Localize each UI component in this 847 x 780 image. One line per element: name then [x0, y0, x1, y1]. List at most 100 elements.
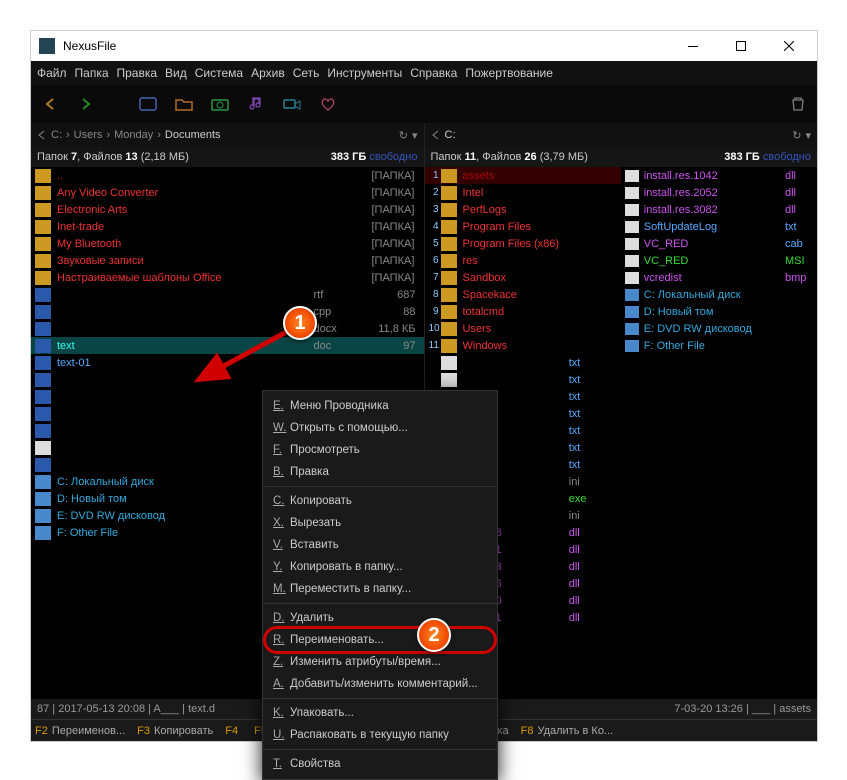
file-row[interactable]: 6res: [425, 252, 621, 269]
file-row[interactable]: 8Spacekace: [425, 286, 621, 303]
context-item[interactable]: R.Переименовать...: [263, 629, 497, 651]
context-item[interactable]: C.Копировать: [263, 490, 497, 512]
drive-icon: [625, 323, 639, 335]
crumb[interactable]: C:: [445, 129, 456, 141]
drive-icon: [625, 340, 639, 352]
file-row[interactable]: VC_REDMSI: [621, 252, 817, 269]
menu-item[interactable]: Инструменты: [327, 66, 402, 80]
dropdown-icon[interactable]: ▾: [412, 129, 418, 142]
context-item[interactable]: F.Просмотреть: [263, 439, 497, 461]
file-row[interactable]: 4Program Files: [425, 218, 621, 235]
folder-icon: [441, 203, 457, 217]
right-breadcrumb[interactable]: C: ↻ ▾: [425, 123, 818, 147]
menu-item[interactable]: Справка: [410, 66, 457, 80]
crumb[interactable]: Users: [74, 129, 103, 141]
file-row[interactable]: Звуковые записи[ПАПКА]: [31, 252, 424, 269]
folder-icon: [35, 203, 51, 217]
context-item[interactable]: X.Вырезать: [263, 512, 497, 534]
folder-icon: [441, 169, 457, 183]
file-row[interactable]: rtf687: [31, 286, 424, 303]
tool-video-icon[interactable]: [281, 93, 303, 115]
file-row[interactable]: 3PerfLogs: [425, 201, 621, 218]
context-item[interactable]: D.Удалить: [263, 607, 497, 629]
menu-item[interactable]: Правка: [117, 66, 158, 80]
doc-icon: [35, 356, 51, 370]
context-item[interactable]: B.Правка: [263, 461, 497, 483]
file-row[interactable]: 5Program Files (x86): [425, 235, 621, 252]
fkey[interactable]: F2: [35, 725, 48, 737]
file-row[interactable]: SoftUpdateLogtxt: [621, 218, 817, 235]
menu-item[interactable]: Сеть: [293, 66, 320, 80]
refresh-icon[interactable]: ↻: [399, 129, 408, 142]
context-item[interactable]: Z.Изменить атрибуты/время...: [263, 651, 497, 673]
maximize-button[interactable]: [721, 32, 761, 60]
txt-icon: [625, 204, 639, 216]
menu-item[interactable]: Файл: [37, 66, 67, 80]
minimize-button[interactable]: [673, 32, 713, 60]
tool-camera-icon[interactable]: [209, 93, 231, 115]
file-row[interactable]: Electronic Arts[ПАПКА]: [31, 201, 424, 218]
context-item[interactable]: K.Упаковать...: [263, 702, 497, 724]
context-item[interactable]: U.Распаковать в текущую папку: [263, 724, 497, 746]
file-row[interactable]: VC_REDcab: [621, 235, 817, 252]
file-row[interactable]: 33txt: [425, 371, 621, 388]
file-row[interactable]: 9totalcmd: [425, 303, 621, 320]
file-row[interactable]: ..[ПАПКА]: [31, 167, 424, 184]
file-row[interactable]: 11Windows: [425, 337, 621, 354]
file-row[interactable]: F: Other File: [621, 337, 817, 354]
file-row[interactable]: E: DVD RW дисковод: [621, 320, 817, 337]
nav-back-icon[interactable]: [39, 93, 61, 115]
txt-icon: [625, 221, 639, 233]
file-row[interactable]: vcredistbmp: [621, 269, 817, 286]
file-row[interactable]: install.res.1042dll: [621, 167, 817, 184]
menu-item[interactable]: Вид: [165, 66, 187, 80]
file-row[interactable]: 7Sandbox: [425, 269, 621, 286]
fkey[interactable]: F4: [225, 725, 238, 737]
menu-item[interactable]: Папка: [75, 66, 109, 80]
context-item[interactable]: W.Открыть с помощью...: [263, 417, 497, 439]
close-button[interactable]: [769, 32, 809, 60]
file-row[interactable]: 2Intel: [425, 184, 621, 201]
window-title: NexusFile: [63, 39, 665, 53]
file-row[interactable]: D: Новый том: [621, 303, 817, 320]
context-item[interactable]: M.Переместить в папку...: [263, 578, 497, 600]
folder-icon: [35, 237, 51, 251]
crumb[interactable]: Monday: [114, 129, 153, 141]
file-row[interactable]: Inet-trade[ПАПКА]: [31, 218, 424, 235]
file-row[interactable]: Any Video Converter[ПАПКА]: [31, 184, 424, 201]
folder-icon: [441, 271, 457, 285]
file-row[interactable]: 28txt: [425, 354, 621, 371]
doc-icon: [35, 373, 51, 387]
file-row[interactable]: cpp88: [31, 303, 424, 320]
context-item[interactable]: A.Добавить/изменить комментарий...: [263, 673, 497, 695]
left-statline: Папок 7, Файлов 13 (2,18 МБ) 383 ГБ своб…: [31, 147, 424, 167]
nav-back-small-icon[interactable]: [431, 130, 441, 140]
menu-item[interactable]: Система: [195, 66, 243, 80]
context-item[interactable]: Y.Копировать в папку...: [263, 556, 497, 578]
dropdown-icon[interactable]: ▾: [805, 129, 811, 142]
tool-heart-icon[interactable]: [317, 93, 339, 115]
file-row[interactable]: 10Users: [425, 320, 621, 337]
crumb[interactable]: Documents: [165, 129, 221, 141]
tool-music-icon[interactable]: [245, 93, 267, 115]
context-item[interactable]: V.Вставить: [263, 534, 497, 556]
file-row[interactable]: install.res.2052dll: [621, 184, 817, 201]
refresh-icon[interactable]: ↻: [792, 129, 801, 142]
tool-desktop-icon[interactable]: [137, 93, 159, 115]
file-row[interactable]: My Bluetooth[ПАПКА]: [31, 235, 424, 252]
file-row[interactable]: C: Локальный диск: [621, 286, 817, 303]
crumb[interactable]: C:: [51, 129, 62, 141]
menu-item[interactable]: Пожертвование: [465, 66, 553, 80]
tool-trash-icon[interactable]: [787, 93, 809, 115]
context-item[interactable]: T.Свойства: [263, 753, 497, 775]
menu-item[interactable]: Архив: [251, 66, 285, 80]
file-row[interactable]: Настраиваемые шаблоны Office[ПАПКА]: [31, 269, 424, 286]
tool-folder-icon[interactable]: [173, 93, 195, 115]
file-row[interactable]: 1assets: [425, 167, 621, 184]
fkey[interactable]: F3: [137, 725, 150, 737]
left-breadcrumb[interactable]: C:›Users›Monday›Documents↻ ▾: [31, 123, 424, 147]
fkey[interactable]: F8: [521, 725, 534, 737]
nav-back-small-icon[interactable]: [37, 130, 47, 140]
nav-forward-icon[interactable]: [75, 93, 97, 115]
file-row[interactable]: install.res.3082dll: [621, 201, 817, 218]
